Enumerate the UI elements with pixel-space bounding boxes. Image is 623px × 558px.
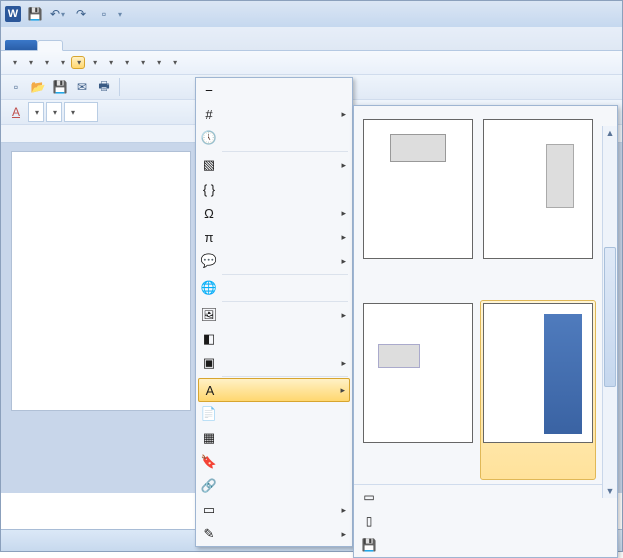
save-icon[interactable]: 💾 [50, 77, 70, 97]
web-component-icon: 🌐 [200, 279, 218, 297]
word-app-icon: W [5, 6, 21, 22]
gallery-item-annual-quote[interactable] [360, 300, 476, 480]
menu-mailings[interactable]: ▾ [151, 56, 165, 69]
text-file-icon: 📄 [200, 405, 218, 423]
insert-signature-line[interactable]: ✎▸ [196, 522, 352, 546]
screenshot-icon: ▣ [200, 354, 218, 372]
gallery-item-simple-text-box[interactable] [360, 116, 476, 296]
object-icon: ▦ [200, 429, 218, 447]
ribbon-tabs [1, 27, 622, 51]
scroll-up-icon[interactable]: ▲ [604, 126, 617, 140]
cover-page-icon: ▭ [200, 501, 218, 519]
menu-reference[interactable]: ▾ [135, 56, 149, 69]
insert-date-time[interactable]: 🕔 [196, 126, 352, 150]
draw-vertical-text-box[interactable]: ▯ [354, 509, 617, 533]
quick-parts-icon: ▧ [200, 156, 218, 174]
insert-web-component: 🌐 [196, 276, 352, 300]
save-gallery-icon: 💾 [360, 536, 378, 554]
font-dropdown[interactable]: ▾ [46, 102, 62, 122]
tab-developer[interactable] [231, 41, 255, 50]
mail-icon[interactable]: ✉ [72, 77, 92, 97]
text-box-gallery: ▲ ▼ ▭ ▯ 💾 [353, 105, 618, 558]
title-bar: W 💾 ↶▾ ↷ ▫ ▾ [1, 1, 622, 27]
menu-window[interactable]: ▾ [167, 56, 181, 69]
open-icon[interactable]: 📂 [28, 77, 48, 97]
field-icon: { } [200, 180, 218, 198]
quick-access-toolbar: 💾 ↶▾ ↷ ▫ ▾ [25, 4, 123, 24]
page-number-icon: # [200, 105, 218, 123]
menu-view[interactable]: ▾ [55, 56, 69, 69]
symbol-icon: Ω [200, 204, 218, 222]
illustrations-icon: 🖼 [200, 306, 218, 324]
page-break-icon: ⎯ [200, 81, 218, 99]
file-tab[interactable] [5, 40, 37, 50]
hyperlink-icon: 🔗 [200, 477, 218, 495]
insert-page-number[interactable]: #▸ [196, 102, 352, 126]
date-time-icon: 🕔 [200, 129, 218, 147]
menu-format[interactable]: ▾ [87, 56, 101, 69]
comment-icon: 💬 [200, 252, 218, 270]
insert-quick-parts[interactable]: ▧▸ [196, 153, 352, 177]
equation-icon: π [200, 228, 218, 246]
scroll-down-icon[interactable]: ▼ [604, 484, 617, 498]
tab-references[interactable] [135, 41, 159, 50]
styles-icon[interactable]: A [6, 102, 26, 122]
menu-insert[interactable]: ▾ [71, 56, 85, 69]
menu-file[interactable]: ▾ [23, 56, 37, 69]
style-dropdown[interactable]: ▾ [28, 102, 44, 122]
smartart-icon: ◧ [200, 330, 218, 348]
scroll-thumb[interactable] [604, 247, 616, 387]
insert-symbol[interactable]: Ω▸ [196, 201, 352, 225]
insert-page-break[interactable]: ⎯ [196, 78, 352, 102]
size-dropdown[interactable]: ▾ [64, 102, 98, 122]
insert-text-box[interactable]: A▸ [198, 378, 350, 402]
tab-insert[interactable] [87, 41, 111, 50]
insert-bookmark[interactable]: 🔖 [196, 450, 352, 474]
draw-textbox-icon: ▭ [360, 488, 378, 506]
document-page[interactable] [11, 151, 191, 411]
tab-mailings[interactable] [159, 41, 183, 50]
menu-edit[interactable]: ▾ [39, 56, 53, 69]
undo-icon[interactable]: ↶▾ [48, 4, 68, 24]
tab-menus[interactable] [37, 40, 63, 51]
insert-illustrations[interactable]: 🖼▸ [196, 303, 352, 327]
gallery-scrollbar[interactable]: ▲ ▼ [602, 126, 617, 498]
print-icon[interactable]: 🖶 [94, 77, 114, 97]
tab-view[interactable] [207, 41, 231, 50]
save-selection-to-gallery: 💾 [354, 533, 617, 557]
signature-icon: ✎ [200, 525, 218, 543]
classic-menu-bar: ▾ ▾ ▾ ▾ ▾ ▾ ▾ ▾ ▾ ▾ ▾ [1, 51, 622, 75]
insert-cover-page[interactable]: ▭▸ [196, 498, 352, 522]
new-icon[interactable]: ▫ [6, 77, 26, 97]
draw-vertical-textbox-icon: ▯ [360, 512, 378, 530]
insert-screenshot[interactable]: ▣▸ [196, 351, 352, 375]
tab-page-layout[interactable] [111, 41, 135, 50]
draw-text-box[interactable]: ▭ [354, 485, 617, 509]
gallery-item-annual-sidebar[interactable] [480, 300, 596, 480]
tab-review[interactable] [183, 41, 207, 50]
insert-field[interactable]: { } [196, 177, 352, 201]
insert-dropdown-menu: ⎯ #▸ 🕔 ▧▸ { } Ω▸ π▸ 💬▸ 🌐 🖼▸ ◧ ▣▸ A▸ 📄 ▦ … [195, 77, 353, 547]
insert-object[interactable]: ▦ [196, 426, 352, 450]
menu-table[interactable]: ▾ [119, 56, 133, 69]
text-box-icon: A [201, 381, 219, 399]
save-icon[interactable]: 💾 [25, 4, 45, 24]
gallery-footer: ▭ ▯ 💾 [354, 484, 617, 557]
qat-more-icon[interactable]: ▾ [118, 10, 122, 19]
tab-home[interactable] [63, 41, 87, 50]
redo-icon[interactable]: ↷ [71, 4, 91, 24]
new-doc-icon[interactable]: ▫ [94, 4, 114, 24]
insert-text-from-file[interactable]: 📄 [196, 402, 352, 426]
menu-all[interactable]: ▾ [7, 56, 21, 69]
bookmark-icon: 🔖 [200, 453, 218, 471]
gallery-item-alphabet-quote[interactable] [480, 116, 596, 296]
insert-equation[interactable]: π▸ [196, 225, 352, 249]
insert-smartart[interactable]: ◧ [196, 327, 352, 351]
gallery-grid [354, 114, 617, 484]
insert-hyperlink[interactable]: 🔗 [196, 474, 352, 498]
insert-comments[interactable]: 💬▸ [196, 249, 352, 273]
menu-tools[interactable]: ▾ [103, 56, 117, 69]
gallery-header [354, 106, 617, 114]
